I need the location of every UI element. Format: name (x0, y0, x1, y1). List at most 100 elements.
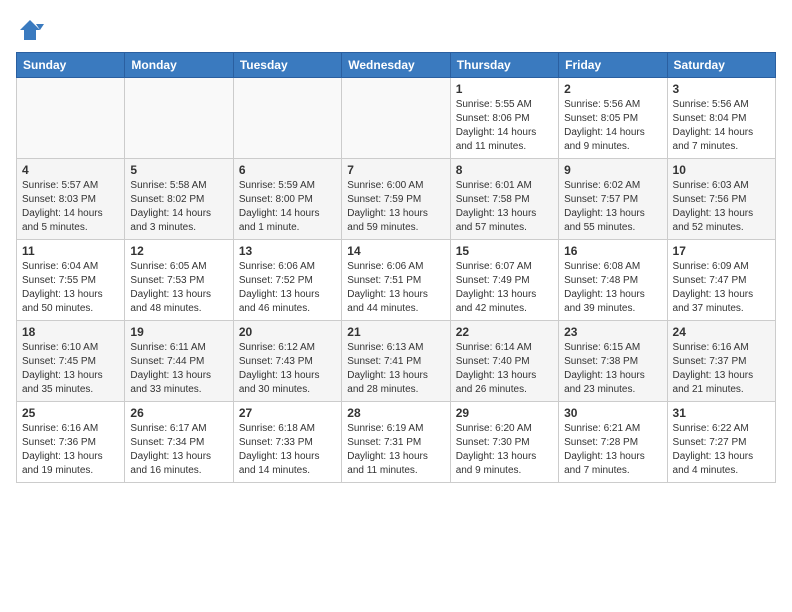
day-number: 1 (456, 82, 553, 96)
calendar-cell: 16 Sunrise: 6:08 AM Sunset: 7:48 PM Dayli… (559, 240, 667, 321)
weekday-header-tuesday: Tuesday (233, 53, 341, 78)
calendar-cell: 15 Sunrise: 6:07 AM Sunset: 7:49 PM Dayli… (450, 240, 558, 321)
day-number: 3 (673, 82, 770, 96)
day-detail: Sunrise: 6:18 AM Sunset: 7:33 PM Dayligh… (239, 422, 336, 478)
calendar-cell: 11Sunrise: 6:04 AM Sunset: 7:55 PM Dayli… (17, 240, 125, 321)
calendar-cell: 12 Sunrise: 6:05 AM Sunset: 7:53 PM Dayli… (125, 240, 233, 321)
day-number: 30 (564, 406, 661, 420)
day-detail: Sunrise: 6:16 AM Sunset: 7:36 PM Dayligh… (22, 422, 119, 478)
page-header (16, 16, 776, 44)
calendar-cell: 8 Sunrise: 6:01 AM Sunset: 7:58 PM Daylig… (450, 159, 558, 240)
day-detail: Sunrise: 6:21 AM Sunset: 7:28 PM Dayligh… (564, 422, 661, 478)
day-number: 12 (130, 244, 227, 258)
day-detail: Sunrise: 5:59 AM Sunset: 8:00 PM Dayligh… (239, 179, 336, 235)
day-number: 15 (456, 244, 553, 258)
calendar-week-1: 1 Sunrise: 5:55 AM Sunset: 8:06 PM Daylig… (17, 78, 776, 159)
day-detail: Sunrise: 6:06 AM Sunset: 7:52 PM Dayligh… (239, 260, 336, 316)
day-detail: Sunrise: 6:10 AM Sunset: 7:45 PM Dayligh… (22, 341, 119, 397)
day-number: 29 (456, 406, 553, 420)
weekday-header-friday: Friday (559, 53, 667, 78)
day-detail: Sunrise: 6:05 AM Sunset: 7:53 PM Dayligh… (130, 260, 227, 316)
day-number: 28 (347, 406, 444, 420)
day-detail: Sunrise: 6:19 AM Sunset: 7:31 PM Dayligh… (347, 422, 444, 478)
day-number: 19 (130, 325, 227, 339)
calendar-cell: 21Sunrise: 6:13 AM Sunset: 7:41 PM Dayli… (342, 321, 450, 402)
day-number: 14 (347, 244, 444, 258)
calendar-cell: 6 Sunrise: 5:59 AM Sunset: 8:00 PM Daylig… (233, 159, 341, 240)
weekday-header-wednesday: Wednesday (342, 53, 450, 78)
day-number: 17 (673, 244, 770, 258)
logo (16, 16, 48, 44)
calendar-cell: 28 Sunrise: 6:19 AM Sunset: 7:31 PM Dayli… (342, 402, 450, 483)
calendar-cell: 19 Sunrise: 6:11 AM Sunset: 7:44 PM Dayli… (125, 321, 233, 402)
day-number: 5 (130, 163, 227, 177)
day-number: 31 (673, 406, 770, 420)
day-number: 4 (22, 163, 119, 177)
calendar-cell: 22Sunrise: 6:14 AM Sunset: 7:40 PM Dayli… (450, 321, 558, 402)
calendar-cell: 2 Sunrise: 5:56 AM Sunset: 8:05 PM Daylig… (559, 78, 667, 159)
day-detail: Sunrise: 6:06 AM Sunset: 7:51 PM Dayligh… (347, 260, 444, 316)
day-number: 9 (564, 163, 661, 177)
calendar-cell: 26Sunrise: 6:17 AM Sunset: 7:34 PM Dayli… (125, 402, 233, 483)
day-number: 10 (673, 163, 770, 177)
calendar-cell: 7Sunrise: 6:00 AM Sunset: 7:59 PM Daylig… (342, 159, 450, 240)
day-detail: Sunrise: 5:56 AM Sunset: 8:05 PM Dayligh… (564, 98, 661, 154)
calendar-cell: 18 Sunrise: 6:10 AM Sunset: 7:45 PM Dayli… (17, 321, 125, 402)
calendar-cell: 23Sunrise: 6:15 AM Sunset: 7:38 PM Dayli… (559, 321, 667, 402)
day-number: 24 (673, 325, 770, 339)
calendar-week-2: 4 Sunrise: 5:57 AM Sunset: 8:03 PM Daylig… (17, 159, 776, 240)
day-number: 25 (22, 406, 119, 420)
weekday-header-sunday: Sunday (17, 53, 125, 78)
day-detail: Sunrise: 6:08 AM Sunset: 7:48 PM Dayligh… (564, 260, 661, 316)
calendar-week-3: 11Sunrise: 6:04 AM Sunset: 7:55 PM Dayli… (17, 240, 776, 321)
calendar-cell: 1 Sunrise: 5:55 AM Sunset: 8:06 PM Daylig… (450, 78, 558, 159)
day-detail: Sunrise: 6:07 AM Sunset: 7:49 PM Dayligh… (456, 260, 553, 316)
day-detail: Sunrise: 6:02 AM Sunset: 7:57 PM Dayligh… (564, 179, 661, 235)
day-detail: Sunrise: 6:17 AM Sunset: 7:34 PM Dayligh… (130, 422, 227, 478)
calendar-cell: 17 Sunrise: 6:09 AM Sunset: 7:47 PM Dayli… (667, 240, 775, 321)
day-detail: Sunrise: 6:22 AM Sunset: 7:27 PM Dayligh… (673, 422, 770, 478)
calendar-cell: 24 Sunrise: 6:16 AM Sunset: 7:37 PM Dayli… (667, 321, 775, 402)
weekday-header-thursday: Thursday (450, 53, 558, 78)
day-detail: Sunrise: 6:11 AM Sunset: 7:44 PM Dayligh… (130, 341, 227, 397)
calendar-cell: 31 Sunrise: 6:22 AM Sunset: 7:27 PM Dayli… (667, 402, 775, 483)
day-number: 18 (22, 325, 119, 339)
day-number: 13 (239, 244, 336, 258)
day-number: 16 (564, 244, 661, 258)
day-detail: Sunrise: 6:15 AM Sunset: 7:38 PM Dayligh… (564, 341, 661, 397)
day-detail: Sunrise: 5:55 AM Sunset: 8:06 PM Dayligh… (456, 98, 553, 154)
calendar-cell: 5 Sunrise: 5:58 AM Sunset: 8:02 PM Daylig… (125, 159, 233, 240)
calendar-week-4: 18 Sunrise: 6:10 AM Sunset: 7:45 PM Dayli… (17, 321, 776, 402)
calendar-cell: 13 Sunrise: 6:06 AM Sunset: 7:52 PM Dayli… (233, 240, 341, 321)
logo-icon (16, 16, 44, 44)
calendar-cell (342, 78, 450, 159)
day-detail: Sunrise: 6:04 AM Sunset: 7:55 PM Dayligh… (22, 260, 119, 316)
day-detail: Sunrise: 6:16 AM Sunset: 7:37 PM Dayligh… (673, 341, 770, 397)
calendar-cell: 9 Sunrise: 6:02 AM Sunset: 7:57 PM Daylig… (559, 159, 667, 240)
day-detail: Sunrise: 6:20 AM Sunset: 7:30 PM Dayligh… (456, 422, 553, 478)
calendar-cell: 14 Sunrise: 6:06 AM Sunset: 7:51 PM Dayli… (342, 240, 450, 321)
calendar-cell: 4 Sunrise: 5:57 AM Sunset: 8:03 PM Daylig… (17, 159, 125, 240)
day-number: 8 (456, 163, 553, 177)
day-detail: Sunrise: 6:14 AM Sunset: 7:40 PM Dayligh… (456, 341, 553, 397)
weekday-header-monday: Monday (125, 53, 233, 78)
day-detail: Sunrise: 6:03 AM Sunset: 7:56 PM Dayligh… (673, 179, 770, 235)
day-detail: Sunrise: 6:01 AM Sunset: 7:58 PM Dayligh… (456, 179, 553, 235)
calendar-cell: 27Sunrise: 6:18 AM Sunset: 7:33 PM Dayli… (233, 402, 341, 483)
day-detail: Sunrise: 6:09 AM Sunset: 7:47 PM Dayligh… (673, 260, 770, 316)
calendar-table: SundayMondayTuesdayWednesdayThursdayFrid… (16, 52, 776, 483)
calendar-cell: 3Sunrise: 5:56 AM Sunset: 8:04 PM Daylig… (667, 78, 775, 159)
day-detail: Sunrise: 5:58 AM Sunset: 8:02 PM Dayligh… (130, 179, 227, 235)
calendar-cell: 20Sunrise: 6:12 AM Sunset: 7:43 PM Dayli… (233, 321, 341, 402)
day-number: 20 (239, 325, 336, 339)
calendar-cell: 25 Sunrise: 6:16 AM Sunset: 7:36 PM Dayli… (17, 402, 125, 483)
calendar-cell (233, 78, 341, 159)
day-number: 7 (347, 163, 444, 177)
day-number: 6 (239, 163, 336, 177)
calendar-cell: 30 Sunrise: 6:21 AM Sunset: 7:28 PM Dayli… (559, 402, 667, 483)
calendar-cell: 29 Sunrise: 6:20 AM Sunset: 7:30 PM Dayli… (450, 402, 558, 483)
weekday-header-row: SundayMondayTuesdayWednesdayThursdayFrid… (17, 53, 776, 78)
day-detail: Sunrise: 6:13 AM Sunset: 7:41 PM Dayligh… (347, 341, 444, 397)
day-number: 2 (564, 82, 661, 96)
day-detail: Sunrise: 5:57 AM Sunset: 8:03 PM Dayligh… (22, 179, 119, 235)
